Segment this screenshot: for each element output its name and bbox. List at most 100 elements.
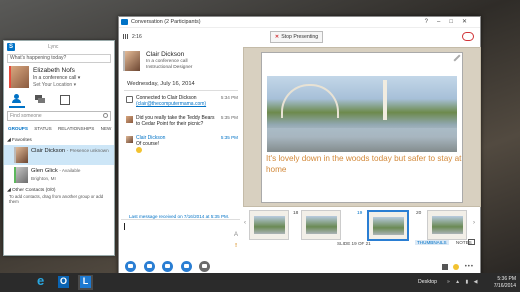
thumbnail-image: [432, 216, 463, 234]
lync-view-toolbar: [4, 93, 114, 108]
my-status-dropdown[interactable]: In a conference call ▾: [33, 75, 80, 81]
chat-message-clair: Clair Dickson Of course! 5:35 PM: [124, 135, 238, 155]
chat-divider: [124, 90, 238, 91]
windows-taskbar: Desktop » ▲ ▮ ◀ 5:36 PM7/16/2014: [0, 273, 520, 292]
message-time: 5:35 PM: [220, 115, 238, 120]
lync-logo-icon: S: [7, 43, 15, 51]
present-button[interactable]: [181, 261, 192, 272]
format-icon[interactable]: [442, 264, 448, 270]
phone-icon: [126, 96, 133, 103]
amusement-park-photo: [267, 76, 457, 152]
participant-title: Instructional Designer: [146, 65, 193, 70]
sender-avatar: [126, 136, 133, 143]
lync-taskbar-icon[interactable]: [78, 275, 93, 290]
call-duration: 2:16: [132, 34, 142, 40]
conversation-topbar: 2:16 ✕ Stop Presenting: [119, 28, 480, 46]
participant-card: Clair Dickson In a conference call Instr…: [120, 48, 240, 76]
hang-up-icon[interactable]: [462, 32, 474, 41]
message-time: 5:34 PM: [220, 95, 238, 100]
find-someone-input[interactable]: Find someone: [7, 111, 111, 121]
contact-avatar: [14, 167, 28, 183]
conversation-window: Conversation (2 Participants) ?–□✕ 2:16 …: [118, 16, 481, 282]
contact-clair-dickson[interactable]: Clair Dickson - Presence unknown: [4, 145, 114, 165]
contact-list-tabs: GROUPS STATUS RELATIONSHIPS NEW: [4, 126, 114, 135]
contact-glen-glick[interactable]: Glen Glick - Available Brighton, MI: [4, 165, 114, 185]
more-options-icon[interactable]: •••: [465, 264, 474, 270]
chat-message-me: Did you really take the Teddy Bears to C…: [124, 115, 238, 129]
message-time: 5:35 PM: [220, 135, 238, 140]
participants-button[interactable]: [199, 261, 210, 272]
thumbs-right-arrow-icon[interactable]: ›: [473, 220, 475, 226]
current-slide[interactable]: It's lovely down in the woods today but …: [261, 52, 463, 203]
participant-status: In a conference call: [146, 59, 188, 64]
window-controls[interactable]: ?–□✕: [425, 18, 476, 25]
tab-thumbnails[interactable]: THUMBNAILS: [415, 240, 449, 245]
sender-avatar: [126, 116, 133, 123]
presentation-stage: It's lovely down in the woods today but …: [243, 47, 481, 207]
text-caret: [124, 223, 125, 230]
favorites-group-header[interactable]: ◢ Favorites: [4, 137, 114, 145]
contacts-icon[interactable]: [12, 94, 22, 104]
close-icon: ✕: [274, 34, 280, 40]
meetings-icon[interactable]: [59, 94, 70, 105]
search-icon: [103, 113, 108, 118]
system-tray-icons[interactable]: » ▲ ▮ ◀: [447, 279, 480, 285]
thumbnail-image: [254, 216, 285, 234]
slide-thumbnail[interactable]: [301, 210, 341, 240]
tab-new[interactable]: NEW: [101, 126, 112, 131]
tower-shape: [383, 80, 387, 120]
content-share-icon[interactable]: [468, 239, 475, 245]
thumbnail-image: [373, 217, 404, 235]
contact-avatar: [14, 147, 28, 163]
conversation-titlebar: Conversation (2 Participants) ?–□✕: [119, 17, 480, 28]
video-button[interactable]: [162, 261, 173, 272]
thumbs-left-arrow-icon[interactable]: ‹: [244, 220, 246, 226]
tab-relationships[interactable]: RELATIONSHIPS: [58, 126, 94, 131]
lync-app-title: Lync: [48, 44, 59, 50]
chat-date: Wednesday, July 16, 2014: [127, 81, 195, 87]
status-message-input[interactable]: What's happening today?: [7, 54, 111, 63]
outlook-icon[interactable]: [56, 275, 71, 290]
my-location-dropdown[interactable]: Set Your Location ▾: [33, 82, 76, 88]
smiley-emoticon-icon: [136, 147, 142, 154]
stop-presenting-button[interactable]: ✕ Stop Presenting: [270, 31, 323, 43]
slide-thumbnail[interactable]: [249, 210, 289, 240]
slide-thumbnail[interactable]: [427, 210, 467, 240]
lync-titlebar: S Lync: [4, 41, 114, 53]
thumbnail-number-active: 19: [357, 211, 363, 216]
font-button[interactable]: A: [234, 232, 238, 238]
participant-avatar[interactable]: [123, 51, 140, 71]
emoticon-icon[interactable]: [453, 264, 459, 270]
call-quality-icon: [123, 34, 130, 39]
thumbnail-number: 20: [416, 211, 422, 216]
contact-name: Clair Dickson - Presence unknown: [31, 148, 109, 154]
my-avatar[interactable]: [9, 66, 29, 88]
call-button[interactable]: [144, 261, 155, 272]
contact-location: Brighton, MI: [31, 176, 56, 181]
chat-message-system: Connected to Clair Dickson (clair@thecomp…: [124, 95, 238, 109]
taskbar-clock[interactable]: 5:36 PM 7/16/2014: [494, 276, 516, 289]
slide-thumbnails: ‹ 18 19 20 › SLIDE 19 OF 21 THUMBNAILS N…: [243, 210, 481, 246]
slide-thumbnail-active[interactable]: [367, 210, 409, 241]
conversation-title: Conversation (2 Participants): [131, 19, 201, 25]
im-button[interactable]: [125, 261, 136, 272]
water-shape: [267, 128, 457, 152]
tab-status[interactable]: STATUS: [34, 126, 51, 131]
slide-counter: SLIDE 19 OF 21: [337, 241, 371, 246]
tab-groups[interactable]: GROUPS: [8, 126, 28, 131]
contact-name: Glen Glick - Available: [31, 168, 81, 174]
desktop-toolbar[interactable]: Desktop: [418, 279, 437, 285]
message-compose-input[interactable]: A !: [121, 219, 240, 257]
conversations-icon[interactable]: [35, 94, 45, 104]
thumbnail-number: 18: [293, 211, 299, 216]
my-name: Elizabeth Nofs: [33, 67, 75, 74]
lync-main-window: S Lync What's happening today? Elizabeth…: [3, 40, 115, 256]
importance-button[interactable]: !: [235, 243, 237, 249]
thumbnail-view-tabs: THUMBNAILS NOTES: [415, 240, 472, 245]
annotation-pen-icon[interactable]: [453, 54, 461, 62]
internet-explorer-icon[interactable]: [34, 273, 49, 290]
my-presence: Elizabeth Nofs In a conference call ▾ Se…: [4, 65, 114, 91]
conversation-icon: [121, 19, 128, 25]
email-link[interactable]: (clair@thecomputermama.com): [136, 101, 206, 107]
active-view-indicator: [9, 106, 25, 108]
